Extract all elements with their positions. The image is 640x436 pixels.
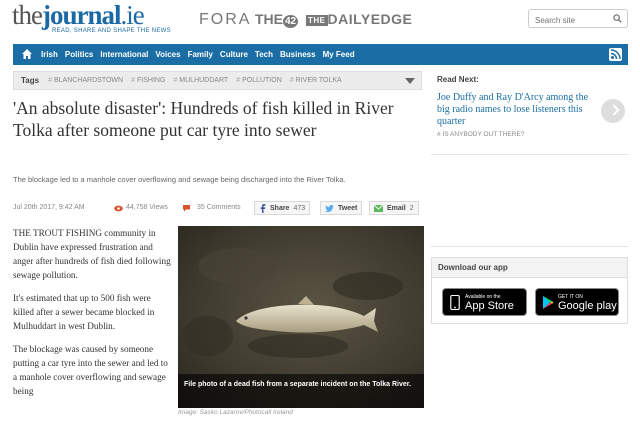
sidebar-divider (431, 246, 628, 247)
nav-item-politics[interactable]: Politics (65, 50, 93, 59)
site-logo[interactable]: thejournal.ie READ, SHARE AND SHAPE THE … (12, 0, 171, 35)
search-icon[interactable] (613, 14, 622, 23)
app-download-title: Download our app (432, 258, 627, 278)
email-share-button[interactable]: Email 2 (369, 201, 419, 215)
search-box[interactable] (528, 9, 628, 29)
main-nav: Irish Politics International Voices Fami… (13, 44, 628, 65)
rss-icon[interactable] (609, 48, 622, 61)
tag-link[interactable]: # POLLUTION (236, 77, 282, 84)
site-header: thejournal.ie READ, SHARE AND SHAPE THE … (0, 0, 640, 40)
nav-item-my-feed[interactable]: My Feed (323, 50, 355, 59)
tag-link[interactable]: # RIVER TOLKA (290, 77, 342, 84)
dailyedge-link[interactable]: THE DAILYEDGE (306, 11, 412, 27)
app-store-button[interactable]: Available on the App Store (442, 288, 527, 316)
tag-link[interactable]: # MULHUDDART (173, 77, 228, 84)
tags-bar: Tags # BLANCHARDSTOWN # FISHING # MULHUDDAR… (13, 71, 422, 90)
nav-item-international[interactable]: International (100, 50, 148, 59)
fora-link[interactable]: FORA (199, 11, 251, 29)
photo-credit: Image: Sasko Lazarov/Photocall Ireland (178, 409, 293, 416)
logo-tagline: READ, SHARE AND SHAPE THE NEWS (52, 28, 171, 34)
article-headline: 'An absolute disaster': Hundreds of fish… (13, 98, 394, 140)
search-input[interactable] (529, 12, 609, 29)
facebook-share-button[interactable]: Share 473 (254, 201, 311, 215)
article-paragraph: The blockage was caused by someone putti… (13, 344, 168, 396)
phone-icon (450, 295, 460, 310)
sidebar-divider (431, 154, 628, 155)
tags-label: Tags (21, 76, 40, 85)
article-body: The trout fishing community in Dublin ha… (13, 226, 171, 407)
nav-item-irish[interactable]: Irish (41, 50, 58, 59)
twitter-icon (325, 204, 334, 212)
read-next-tag[interactable]: # IS ANYBODY OUT THERE? (437, 131, 524, 138)
tweet-button[interactable]: Tweet (320, 201, 363, 215)
nav-item-voices[interactable]: Voices (155, 50, 180, 59)
nav-item-business[interactable]: Business (280, 50, 316, 59)
nav-item-tech[interactable]: Tech (255, 50, 273, 59)
nav-items: Irish Politics International Voices Fami… (41, 44, 362, 65)
article-date: Jul 20th 2017, 9:42 AM (13, 204, 85, 211)
comment-icon[interactable] (182, 204, 191, 212)
home-icon[interactable] (21, 48, 33, 60)
google-play-button[interactable]: GET IT ON Google play (535, 288, 619, 316)
photo-caption: File photo of a dead fish from a separat… (178, 374, 424, 408)
the42-link[interactable]: THE 42 (255, 11, 299, 28)
article-paragraph: The trout fishing community in Dublin ha… (13, 228, 171, 280)
tags-expand-icon[interactable] (405, 78, 415, 84)
app-download-box: Download our app Available on the App St… (431, 257, 628, 324)
read-next-heading: Read Next: (437, 75, 479, 84)
read-next-arrow-icon[interactable] (601, 99, 625, 123)
google-play-icon (543, 296, 554, 309)
logo-wordmark: thejournal.ie (12, 0, 145, 30)
article-standfirst: The blockage led to a manhole cover over… (13, 175, 346, 184)
article-photo[interactable]: File photo of a dead fish from a separat… (178, 226, 424, 408)
nav-item-family[interactable]: Family (188, 50, 213, 59)
tag-link[interactable]: # BLANCHARDSTOWN (48, 77, 123, 84)
tag-link[interactable]: # FISHING (131, 77, 165, 84)
email-icon (374, 204, 383, 212)
read-next-link[interactable]: Joe Duffy and Ray D'Arcy among the big r… (437, 92, 597, 128)
facebook-icon (260, 203, 266, 213)
comment-count[interactable]: 35 Comments (197, 204, 241, 211)
nav-item-culture[interactable]: Culture (220, 50, 248, 59)
views-icon (114, 205, 123, 212)
view-count: 44,758 Views (126, 204, 168, 211)
article-paragraph: It's estimated that up to 500 fish were … (13, 293, 155, 331)
